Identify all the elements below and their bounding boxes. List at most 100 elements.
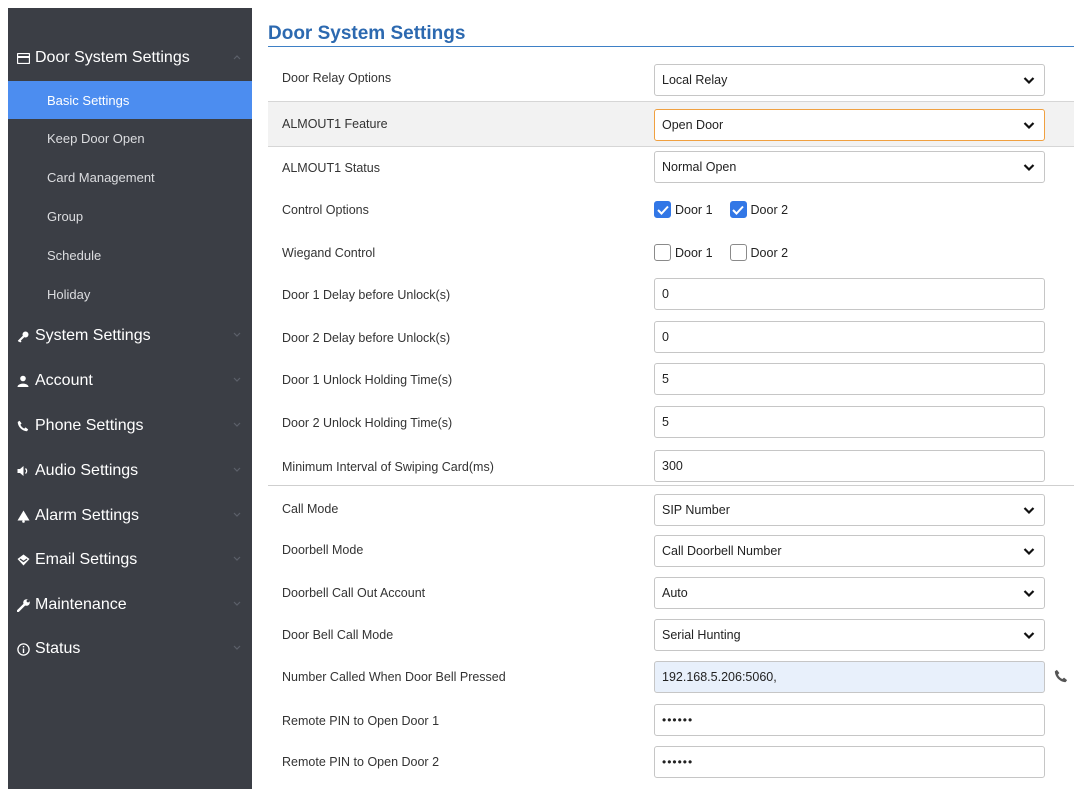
sidebar-group-alarm-settings[interactable]: Alarm Settings (8, 499, 252, 533)
field-label: Door 2 Delay before Unlock(s) (282, 331, 451, 345)
sidebar-item-schedule[interactable]: Schedule (8, 236, 252, 274)
minimum-interval-input[interactable]: 300 (654, 450, 1045, 482)
chevron-down-icon (232, 643, 242, 653)
form-row-doorbell-call-out-account: Doorbell Call Out Account Auto (268, 572, 1074, 614)
checkbox-unchecked-icon[interactable] (729, 244, 747, 261)
checkbox-label: Door 2 (750, 202, 789, 217)
form-row-almout1-feature: ALMOUT1 Feature Open Door (268, 101, 1074, 147)
input-value: 0 (662, 287, 669, 301)
sidebar-group-door-system-settings[interactable]: Door System Settings (8, 41, 252, 75)
form-row-door2-delay: Door 2 Delay before Unlock(s) 0 (268, 317, 1074, 359)
input-value: •••••• (662, 755, 694, 769)
remote-pin-door1-input[interactable]: •••••• (654, 704, 1045, 736)
select-value: Normal Open (662, 160, 737, 174)
chevron-down-icon (232, 330, 242, 340)
page-title: Door System Settings (268, 23, 466, 44)
field-label: ALMOUT1 Feature (282, 117, 388, 131)
checkbox-label: Door 2 (750, 245, 789, 260)
sidebar-item-label: Basic Settings (47, 92, 130, 108)
door2-holding-input[interactable]: 5 (654, 406, 1045, 438)
form-row-door1-holding: Door 1 Unlock Holding Time(s) 5 (268, 359, 1074, 401)
sidebar-group-phone-settings[interactable]: Phone Settings (8, 409, 252, 443)
input-value: 5 (662, 415, 669, 429)
phone-icon[interactable] (1054, 669, 1068, 683)
chevron-down-icon (1023, 632, 1035, 640)
sidebar-group-maintenance[interactable]: Maintenance (8, 588, 252, 622)
chevron-down-icon (1023, 77, 1035, 85)
form-row-control-options: Control Options Door 1 Door 2 (268, 189, 1074, 231)
phone-icon (17, 420, 35, 432)
checkbox-unchecked-icon[interactable] (654, 244, 671, 261)
field-label: ALMOUT1 Status (282, 161, 380, 175)
control-options-door1[interactable]: Door 1 (654, 201, 713, 218)
field-label: Minimum Interval of Swiping Card(ms) (282, 460, 494, 474)
door-relay-options-select[interactable]: Local Relay (654, 64, 1045, 96)
call-mode-select[interactable]: SIP Number (654, 494, 1045, 526)
sidebar-group-audio-settings[interactable]: Audio Settings (8, 454, 252, 488)
checkbox-checked-icon[interactable] (729, 201, 747, 218)
field-label: Door 1 Delay before Unlock(s) (282, 288, 451, 302)
field-label: Remote PIN to Open Door 2 (282, 755, 440, 769)
title-divider (268, 46, 1074, 47)
main-panel: Door System Settings Door Relay Options … (268, 8, 1074, 789)
sidebar-group-email-settings[interactable]: Email Settings (8, 543, 252, 577)
bell-icon (17, 510, 35, 523)
almout1-feature-select[interactable]: Open Door (654, 109, 1045, 141)
field-label: Doorbell Call Out Account (282, 586, 426, 600)
sidebar-item-label: Card Management (47, 169, 155, 185)
sidebar-item-group[interactable]: Group (8, 197, 252, 235)
sidebar-item-keep-door-open[interactable]: Keep Door Open (8, 119, 252, 157)
field-label: Wiegand Control (282, 246, 376, 260)
field-label: Door 1 Unlock Holding Time(s) (282, 373, 453, 387)
sidebar-item-label: Keep Door Open (47, 130, 145, 146)
doorbell-call-out-account-select[interactable]: Auto (654, 577, 1045, 609)
form-row-call-mode: Call Mode SIP Number (268, 485, 1074, 530)
sidebar-item-holiday[interactable]: Holiday (8, 275, 252, 313)
sidebar-group-label: Status (35, 640, 81, 657)
form-row-wiegand-control: Wiegand Control Door 1 Door 2 (268, 231, 1074, 273)
chevron-down-icon (1023, 164, 1035, 172)
wiegand-control-door1[interactable]: Door 1 (654, 244, 713, 261)
control-options-door2[interactable]: Door 2 (729, 201, 789, 218)
email-icon (17, 554, 35, 566)
door1-delay-input[interactable]: 0 (654, 278, 1045, 310)
checkbox-checked-icon[interactable] (654, 201, 671, 218)
checkbox-label: Door 1 (675, 245, 713, 260)
form-row-doorbell-mode: Doorbell Mode Call Doorbell Number (268, 530, 1074, 572)
door2-delay-input[interactable]: 0 (654, 321, 1045, 353)
chevron-down-icon (1023, 548, 1035, 556)
chevron-down-icon (1023, 590, 1035, 598)
chevron-down-icon (1023, 507, 1035, 515)
input-value: 300 (662, 459, 683, 473)
wiegand-control-door2[interactable]: Door 2 (729, 244, 789, 261)
sidebar-group-account[interactable]: Account (8, 364, 252, 398)
input-value: 192.168.5.206:5060, (662, 670, 777, 684)
sidebar-group-label: Maintenance (35, 596, 127, 613)
sidebar-group-label: System Settings (35, 327, 151, 344)
sidebar-group-status[interactable]: Status (8, 632, 252, 666)
sidebar-group-label: Account (35, 372, 93, 389)
sidebar-item-label: Holiday (47, 286, 91, 302)
doorbell-mode-select[interactable]: Call Doorbell Number (654, 535, 1045, 567)
sidebar-group-label: Door System Settings (35, 49, 190, 66)
chevron-down-icon (232, 599, 242, 609)
chevron-down-icon (1023, 122, 1035, 130)
form-row-door1-delay: Door 1 Delay before Unlock(s) 0 (268, 274, 1074, 316)
form-row-door2-holding: Door 2 Unlock Holding Time(s) 5 (268, 402, 1074, 444)
form-row-number-called: Number Called When Door Bell Pressed 192… (268, 656, 1074, 698)
sidebar-group-label: Audio Settings (35, 462, 139, 479)
sidebar-item-card-management[interactable]: Card Management (8, 158, 252, 196)
sidebar-group-system-settings[interactable]: System Settings (8, 319, 252, 353)
sidebar-item-basic-settings[interactable]: Basic Settings (8, 81, 252, 119)
select-value: Auto (662, 586, 688, 600)
chevron-down-icon (232, 465, 242, 475)
control-options-group: Door 1 Door 2 (654, 201, 805, 218)
remote-pin-door2-input[interactable]: •••••• (654, 746, 1045, 778)
field-label: Door Bell Call Mode (282, 628, 394, 642)
number-called-input[interactable]: 192.168.5.206:5060, (654, 661, 1045, 693)
almout1-status-select[interactable]: Normal Open (654, 151, 1045, 183)
door1-holding-input[interactable]: 5 (654, 363, 1045, 395)
wiegand-control-group: Door 1 Door 2 (654, 244, 805, 261)
select-value: Local Relay (662, 73, 728, 87)
door-bell-call-mode-select[interactable]: Serial Hunting (654, 619, 1045, 651)
